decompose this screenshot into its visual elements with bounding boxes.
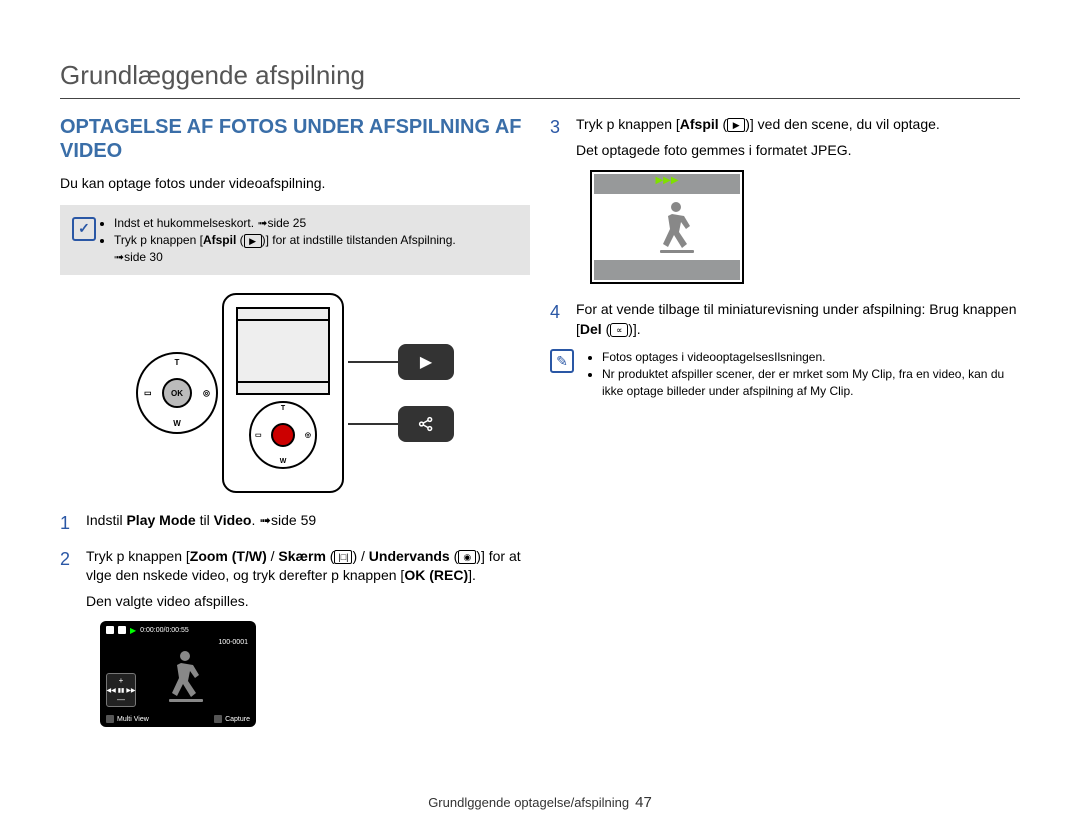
step-3-result: Det optagede foto gemmes i formatet JPEG… bbox=[576, 141, 1020, 161]
play-icon: ▶ bbox=[727, 118, 745, 132]
step-2-result: Den valgte video afspilles. bbox=[86, 592, 530, 612]
page-number: 47 bbox=[635, 794, 652, 811]
share-icon: ∝ bbox=[610, 323, 628, 337]
precheck-box: ✓ Indst et hukommelseskort. ➟side 25 Try… bbox=[60, 205, 530, 275]
note-item-2: Nr produktet afspiller scener, der er mr… bbox=[602, 366, 1020, 400]
timecode: 0:00:00/0:00:55 bbox=[140, 627, 189, 634]
file-counter: 100-0001 bbox=[218, 639, 248, 646]
skater-silhouette bbox=[163, 645, 213, 709]
play-small-icon bbox=[214, 715, 222, 723]
capture-label: Capture bbox=[225, 716, 250, 723]
multi-view-label: Multi View bbox=[117, 716, 149, 723]
hd-indicator-icon bbox=[118, 626, 126, 634]
fast-forward-icon: ▶▶▶ bbox=[655, 175, 678, 186]
note-icon: ✎ bbox=[550, 349, 574, 373]
share-button-illustration bbox=[398, 406, 454, 442]
device-figure: T W ▭ ◎ OK T W ▭ ◎ bbox=[60, 293, 530, 493]
step-3: 3 Tryk p knappen [Afspil (▶)] ved den sc… bbox=[550, 115, 1020, 160]
title-rule bbox=[60, 98, 1020, 99]
dpad-diagram: T W ▭ ◎ OK bbox=[136, 352, 218, 434]
rec-indicator-icon bbox=[106, 626, 114, 634]
page-title: Grundlæggende afspilning bbox=[60, 60, 1020, 91]
zoom-control: + ◀◀▮▮▶▶ — bbox=[106, 673, 136, 707]
page-footer: Grundlggende optagelse/afspilning47 bbox=[0, 794, 1080, 811]
step-4: 4 For at vende tilbage til miniaturevisn… bbox=[550, 300, 1020, 339]
camera-diagram: T W ▭ ◎ bbox=[222, 293, 344, 493]
skater-silhouette-2 bbox=[649, 198, 709, 258]
note-item-1: Fotos optages i videooptagelsesIlsningen… bbox=[602, 349, 1020, 366]
note-box: ✎ Fotos optages i videooptagelsesIlsning… bbox=[550, 349, 1020, 399]
step-1: 1 Indstil Play Mode til Video. ➟side 59 bbox=[60, 511, 530, 536]
share-small-icon bbox=[106, 715, 114, 723]
display-icon: |□| bbox=[334, 550, 352, 564]
play-button-illustration: ▶ bbox=[398, 344, 454, 380]
playback-preview: ▶ 0:00:00/0:00:55 100-0001 + ◀◀▮▮▶▶ — Mu… bbox=[100, 621, 256, 727]
underwater-icon: ◉ bbox=[458, 550, 476, 564]
play-indicator-icon: ▶ bbox=[130, 626, 136, 635]
section-heading: OPTAGELSE AF FOTOS UNDER AFSPILNING AF V… bbox=[60, 115, 530, 163]
precheck-item-2: Tryk p knappen [Afspil (▶)] for at indst… bbox=[114, 232, 456, 266]
captured-photo-preview: ▶▶▶ bbox=[590, 170, 744, 284]
play-mode-icon: ▶ bbox=[244, 234, 262, 248]
intro-text: Du kan optage fotos under videoafspilnin… bbox=[60, 175, 530, 191]
check-icon: ✓ bbox=[72, 217, 96, 241]
precheck-item-1: Indst et hukommelseskort. ➟side 25 bbox=[114, 215, 456, 232]
step-2: 2 Tryk p knappen [Zoom (T/W) / Skærm (|□… bbox=[60, 547, 530, 612]
